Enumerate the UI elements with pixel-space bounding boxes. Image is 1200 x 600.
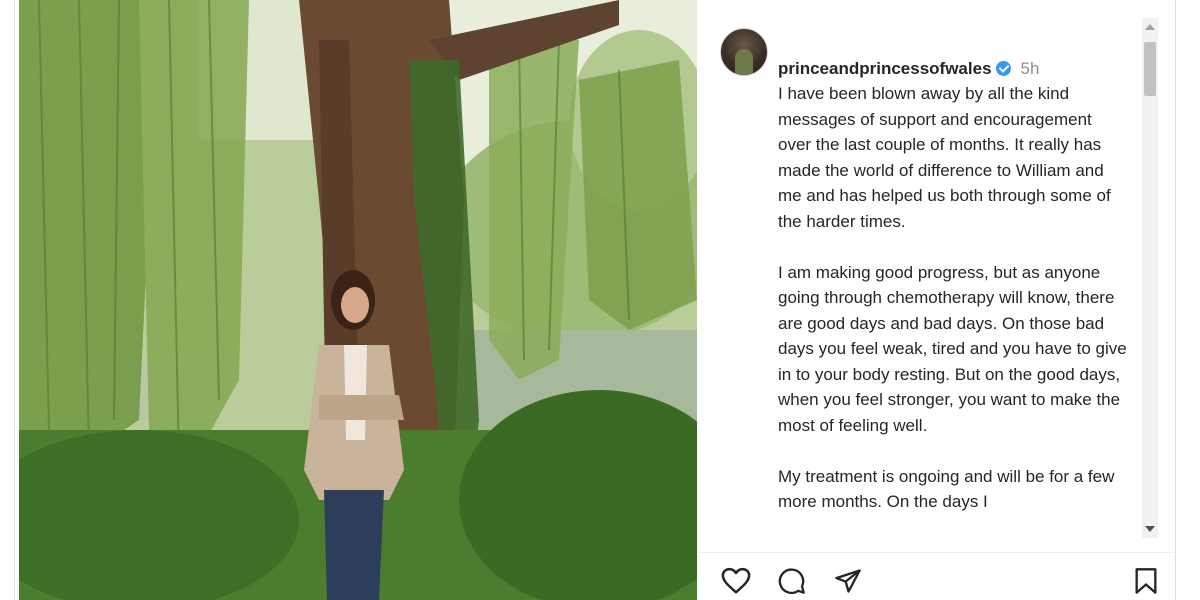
caption-scrollbar[interactable] <box>1142 18 1158 538</box>
photo-illustration <box>19 0 697 600</box>
caption-scroll-area[interactable]: princeandprincessofwales 5h I have been b… <box>698 18 1138 548</box>
post-photo[interactable] <box>19 0 697 600</box>
bookmark-icon <box>1135 568 1157 594</box>
comment-button[interactable] <box>776 565 808 597</box>
verified-badge-icon <box>995 60 1011 76</box>
caption-paragraph-2: I am making good progress, but as anyone… <box>778 262 1127 435</box>
action-bar <box>698 552 1174 600</box>
share-button[interactable] <box>832 565 864 597</box>
comment-icon <box>778 568 805 595</box>
save-button[interactable] <box>1130 565 1162 597</box>
scroll-thumb[interactable] <box>1144 42 1156 96</box>
caption-paragraph-1: I have been blown away by all the kind m… <box>778 84 1111 231</box>
like-button[interactable] <box>720 565 752 597</box>
post-panel: princeandprincessofwales 5h I have been b… <box>698 0 1174 600</box>
username-link[interactable]: princeandprincessofwales <box>778 59 992 78</box>
heart-icon <box>721 567 751 594</box>
scroll-down-arrow-icon[interactable] <box>1145 526 1155 532</box>
paper-plane-icon <box>835 569 861 593</box>
caption: princeandprincessofwales 5h I have been b… <box>778 30 1128 540</box>
instagram-post-window: princeandprincessofwales 5h I have been b… <box>14 0 1176 600</box>
caption-paragraph-3: My treatment is ongoing and will be for … <box>778 466 1115 512</box>
avatar[interactable] <box>720 28 768 76</box>
post-time[interactable]: 5h <box>1021 59 1040 78</box>
scroll-up-arrow-icon[interactable] <box>1145 24 1155 30</box>
